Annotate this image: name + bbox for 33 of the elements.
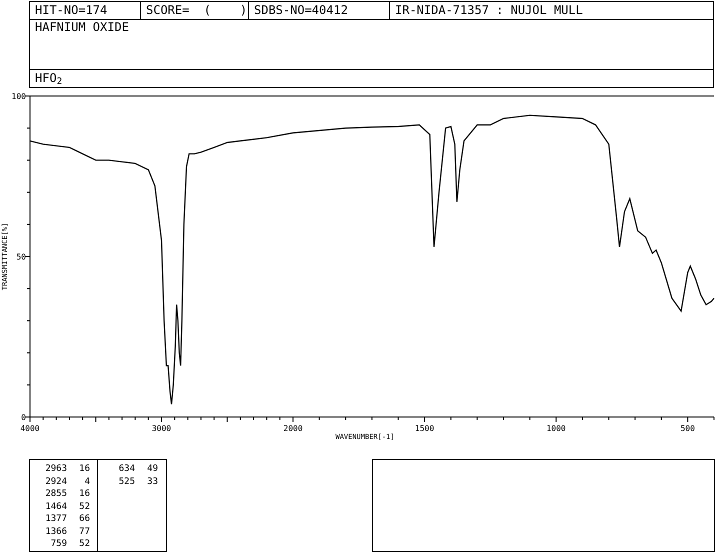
peak-wavenumber: 1464: [44, 500, 67, 513]
peak-transmittance: 33: [146, 476, 158, 488]
x-tick-label: 4000: [20, 424, 40, 433]
peak-wavenumber: 2963: [44, 463, 67, 476]
peak-wavenumber: 634: [118, 463, 135, 476]
x-tick-label: 1000: [546, 424, 566, 433]
peak-wavenumber: 1366: [44, 526, 67, 538]
peak-transmittance: 4: [84, 476, 90, 488]
y-tick-label: 0: [21, 413, 26, 422]
compound-name: HAFNIUM OXIDE: [35, 20, 129, 34]
peak-transmittance: 49: [146, 463, 158, 476]
peak-wavenumber: 1377: [44, 513, 67, 526]
peak-wavenumber: 2924: [44, 476, 67, 488]
peak-transmittance: 66: [78, 513, 90, 526]
molecular-formula: HFO$_{2}$: [35, 71, 62, 85]
peak-transmittance: 16: [78, 488, 90, 500]
peak-wavenumber: 759: [50, 538, 67, 550]
peak-transmittance: 77: [78, 526, 90, 538]
y-tick-label: 50: [16, 252, 26, 262]
y-tick-label: 100: [12, 92, 26, 101]
peak-transmittance: 52: [78, 500, 90, 513]
peak-wavenumber: 525: [118, 476, 135, 488]
header-field: SCORE= ( ): [141, 2, 249, 19]
x-tick-label: 2000: [283, 424, 303, 433]
peak-transmittance: 52: [78, 538, 90, 550]
x-tick-label: 500: [680, 424, 695, 433]
header-field: SDBS-NO=40412: [249, 2, 390, 19]
header-field: IR-NIDA-71357 : NUJOL MULL: [390, 2, 713, 19]
peak-transmittance: 16: [78, 463, 90, 476]
header-field: HIT-NO=174: [30, 2, 141, 19]
x-tick-label: 1500: [414, 424, 434, 433]
x-tick-label: 3000: [152, 424, 172, 433]
peak-wavenumber: 2855: [44, 488, 67, 500]
